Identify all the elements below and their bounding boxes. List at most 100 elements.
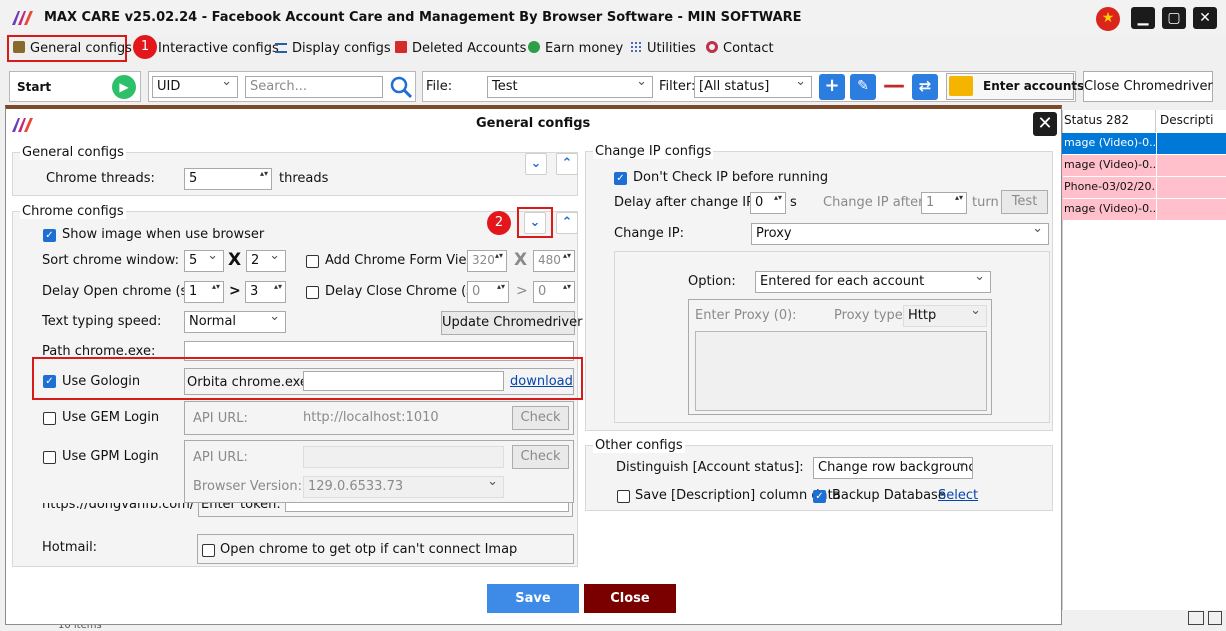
use-gologin-checkbox[interactable]: ✓: [43, 375, 56, 388]
grid-row-3-status[interactable]: Phone-03/02/20...: [1062, 177, 1156, 198]
remove-icon[interactable]: —: [881, 74, 907, 100]
delay-open-gt-label: >: [229, 283, 241, 299]
add-icon[interactable]: +: [819, 74, 845, 100]
grid-row-2-desc[interactable]: [1157, 155, 1226, 176]
delay-close-min-spinner[interactable]: 0: [467, 281, 509, 303]
backup-database-checkbox[interactable]: ✓: [813, 490, 826, 503]
dialog-logo-icon: [10, 114, 36, 136]
grid-header-description[interactable]: Descripti: [1158, 110, 1226, 132]
delay-close-gt-label: >: [516, 283, 528, 299]
close-chromedriver-button[interactable]: Close Chromedriver: [1083, 71, 1213, 102]
folder-icon: [949, 76, 973, 96]
dongvan-row-clipped: https://dongvanfb.com/ Enter token:: [13, 503, 577, 519]
grid-row-2-status[interactable]: mage (Video)-0...: [1062, 155, 1156, 176]
enter-proxy-label: Enter Proxy (0):: [695, 308, 797, 323]
use-gem-checkbox[interactable]: [43, 412, 56, 425]
delay-open-max-spinner[interactable]: 3: [245, 281, 286, 303]
change-ip-section-label: Change IP configs: [593, 144, 714, 159]
gem-api-input[interactable]: http://localhost:1010: [303, 410, 439, 425]
update-chromedriver-button[interactable]: Update Chromedriver: [441, 311, 582, 335]
file-label: File:: [426, 79, 453, 94]
backup-select-link[interactable]: Select: [938, 488, 978, 503]
orbita-label: Orbita chrome.exe:: [187, 375, 313, 390]
orbita-path-input[interactable]: [303, 371, 504, 391]
change-ip-after-unit: turn: [972, 195, 999, 210]
change-ip-method-select[interactable]: Proxy: [751, 223, 1049, 245]
form-height-spinner[interactable]: 480: [533, 250, 575, 272]
menu-deleted-accounts[interactable]: Deleted Accounts: [395, 41, 526, 59]
show-image-checkbox[interactable]: ✓: [43, 229, 56, 242]
annotation-badge-1: 1: [133, 35, 157, 59]
detail-view-icon[interactable]: [1208, 611, 1222, 625]
filter-select[interactable]: [All status]: [694, 76, 812, 98]
vietnam-flag-icon[interactable]: ★: [1096, 7, 1120, 31]
delay-close-checkbox[interactable]: [306, 286, 319, 299]
gpm-api-input[interactable]: [303, 446, 504, 468]
delay-after-spinner[interactable]: 0: [750, 192, 786, 214]
grid-row-4-desc[interactable]: [1157, 199, 1226, 220]
add-form-view-checkbox[interactable]: [306, 255, 319, 268]
gpm-api-label: API URL:: [193, 450, 248, 465]
file-select[interactable]: Test: [487, 76, 653, 98]
minimize-button[interactable]: ▁: [1131, 7, 1155, 29]
search-input[interactable]: Search...: [245, 76, 383, 98]
download-link[interactable]: download: [510, 374, 573, 389]
start-play-button[interactable]: ▶: [112, 75, 136, 99]
chrome-threads-spinner[interactable]: 5: [184, 168, 272, 190]
grid-row-4-status[interactable]: mage (Video)-0...: [1062, 199, 1156, 220]
close-button[interactable]: Close: [584, 584, 676, 613]
menu-contact[interactable]: Contact: [706, 41, 774, 59]
form-width-spinner[interactable]: 320: [467, 250, 507, 272]
proxy-type-label: Proxy type:: [834, 308, 908, 323]
maximize-button[interactable]: ▢: [1162, 7, 1186, 29]
sort-cols-select[interactable]: 5: [184, 250, 224, 272]
proxy-list-textarea[interactable]: [695, 331, 987, 411]
sort-x-label: X: [228, 250, 242, 270]
use-gpm-checkbox[interactable]: [43, 451, 56, 464]
change-ip-after-spinner[interactable]: 1: [921, 192, 967, 214]
dialog-close-icon[interactable]: ✕: [1033, 112, 1057, 136]
typing-speed-select[interactable]: Normal: [184, 311, 286, 333]
grid-row-1-desc[interactable]: [1157, 133, 1226, 154]
menu-earn-money[interactable]: Earn money: [528, 41, 623, 59]
menu-general-configs[interactable]: General configs: [13, 41, 132, 59]
grid-row-3-desc[interactable]: [1157, 177, 1226, 198]
token-input[interactable]: [285, 503, 569, 512]
delay-open-label: Delay Open chrome (s):: [42, 284, 197, 299]
refresh-icon[interactable]: ⇄: [912, 74, 938, 100]
browser-version-select[interactable]: 129.0.6533.73: [303, 476, 504, 498]
dont-check-ip-checkbox[interactable]: ✓: [614, 172, 627, 185]
grid-header-status[interactable]: Status 282: [1062, 110, 1156, 132]
expand-chrome-icon[interactable]: ⌃: [556, 212, 578, 234]
browser-version-label: Browser Version:: [193, 479, 302, 494]
start-label: Start: [17, 80, 52, 94]
menu-utilities[interactable]: Utilities: [630, 41, 696, 59]
gpm-check-button[interactable]: Check: [512, 445, 569, 469]
list-view-icon[interactable]: [1188, 611, 1204, 625]
search-by-select[interactable]: UID: [152, 76, 238, 98]
save-button[interactable]: Save: [487, 584, 579, 613]
threads-unit-label: threads: [279, 171, 329, 186]
delay-open-min-spinner[interactable]: 1: [184, 281, 224, 303]
distinguish-select[interactable]: Change row backgrounc: [813, 457, 973, 479]
menu-interactive-configs[interactable]: Interactive configs: [158, 41, 279, 59]
collapse-general-icon[interactable]: ⌄: [525, 153, 547, 175]
annotation-badge-2: 2: [487, 211, 511, 235]
test-ip-button[interactable]: Test: [1001, 190, 1048, 214]
gem-check-button[interactable]: Check: [512, 406, 569, 430]
hotmail-otp-checkbox[interactable]: [202, 544, 215, 557]
expand-general-icon[interactable]: ⌃: [556, 153, 578, 175]
sort-rows-select[interactable]: 2: [246, 250, 286, 272]
collapse-chrome-icon[interactable]: ⌄: [524, 212, 546, 234]
grid-row-1-status[interactable]: mage (Video)-0...: [1062, 133, 1156, 154]
other-configs-section-label: Other configs: [593, 438, 685, 453]
window-close-button[interactable]: ✕: [1193, 7, 1217, 29]
search-icon[interactable]: [389, 75, 413, 99]
menu-display-configs[interactable]: Display configs: [275, 41, 391, 59]
proxy-type-select[interactable]: Http: [903, 305, 987, 327]
proxy-option-select[interactable]: Entered for each account: [755, 271, 991, 293]
delay-close-max-spinner[interactable]: 0: [533, 281, 575, 303]
edit-pencil-icon[interactable]: ✎: [850, 74, 876, 100]
enter-accounts-button[interactable]: Enter accounts: [946, 73, 1084, 100]
save-description-checkbox[interactable]: [617, 490, 630, 503]
